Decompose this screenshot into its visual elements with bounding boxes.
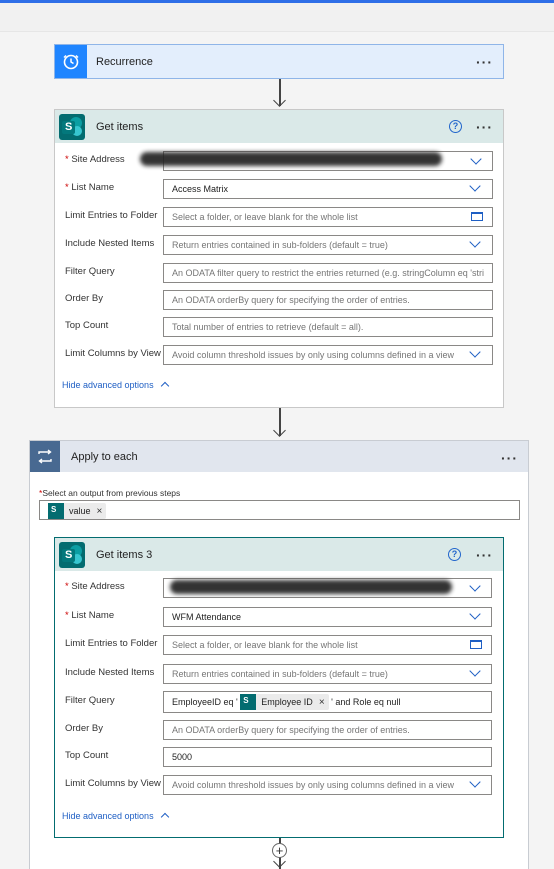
field-label: Limit Columns by View bbox=[65, 778, 161, 789]
field-limit-columns: Limit Columns by View Avoid column thres… bbox=[55, 345, 503, 365]
field-label: Site Address bbox=[71, 154, 125, 165]
field-label: Limit Entries to Folder bbox=[65, 210, 158, 221]
field-label: Order By bbox=[65, 293, 104, 304]
field-label: Top Count bbox=[65, 320, 109, 331]
help-icon[interactable]: ? bbox=[449, 120, 462, 133]
filter-query-input[interactable]: An ODATA filter query to restrict the en… bbox=[163, 263, 493, 283]
limit-folder-input[interactable]: Select a folder, or leave blank for the … bbox=[163, 635, 492, 655]
field-top-count: Top Count Total number of entries to ret… bbox=[55, 317, 503, 337]
help-icon[interactable]: ? bbox=[448, 548, 461, 561]
include-nested-dropdown[interactable]: Return entries contained in sub-folders … bbox=[163, 664, 492, 684]
field-filter-query: Filter Query EmployeeID eq ' S Employee … bbox=[55, 691, 503, 713]
limit-columns-dropdown[interactable]: Avoid column threshold issues by only us… bbox=[163, 775, 492, 795]
order-by-input[interactable]: An ODATA orderBy query for specifying th… bbox=[163, 290, 493, 310]
field-filter-query: Filter Query An ODATA filter query to re… bbox=[55, 263, 503, 283]
filter-query-input[interactable]: EmployeeID eq ' S Employee ID × ' and Ro… bbox=[163, 691, 492, 713]
field-label: Limit Entries to Folder bbox=[65, 638, 158, 649]
get-items-header[interactable]: S Get items bbox=[55, 110, 503, 143]
field-label: Site Address bbox=[71, 581, 125, 592]
chevron-down-icon bbox=[469, 580, 481, 592]
list-name-dropdown[interactable]: WFM Attendance bbox=[163, 607, 492, 627]
filter-prefix-text: EmployeeID eq ' bbox=[172, 697, 238, 707]
connector-arrow bbox=[273, 79, 286, 109]
connector-arrow bbox=[273, 408, 286, 439]
get-items-more-button[interactable]: ··· bbox=[476, 120, 493, 134]
get-items-3-more-button[interactable]: ··· bbox=[476, 548, 493, 562]
loop-icon bbox=[30, 441, 60, 472]
employee-id-token[interactable]: S Employee ID × bbox=[240, 694, 329, 710]
chevron-down-icon bbox=[470, 153, 482, 165]
hide-advanced-options-link[interactable]: Hide advanced options bbox=[62, 811, 169, 822]
field-limit-folder: Limit Entries to Folder Select a folder,… bbox=[55, 207, 503, 227]
field-label: Limit Columns by View bbox=[65, 348, 161, 359]
folder-icon[interactable] bbox=[470, 640, 482, 649]
get-items-title: Get items bbox=[96, 120, 144, 133]
field-include-nested: Include Nested Items Return entries cont… bbox=[55, 664, 503, 684]
order-by-input[interactable]: An ODATA orderBy query for specifying th… bbox=[163, 720, 492, 740]
select-output-input[interactable]: S value × bbox=[39, 500, 520, 520]
redacted-site-address bbox=[140, 152, 442, 166]
recurrence-card[interactable]: Recurrence ··· bbox=[54, 44, 504, 79]
limit-columns-dropdown[interactable]: Avoid column threshold issues by only us… bbox=[163, 345, 493, 365]
apply-to-each-more-button[interactable]: ··· bbox=[501, 451, 518, 465]
field-label: Top Count bbox=[65, 750, 109, 761]
folder-icon[interactable] bbox=[471, 212, 483, 221]
get-items-3-header[interactable]: S Get items 3 bbox=[55, 538, 503, 571]
list-name-dropdown[interactable]: Access Matrix bbox=[163, 179, 493, 199]
chevron-up-icon bbox=[160, 812, 169, 822]
field-label: Include Nested Items bbox=[65, 667, 155, 678]
remove-token-button[interactable]: × bbox=[319, 697, 325, 708]
field-list-name: * List Name WFM Attendance bbox=[55, 607, 503, 627]
sharepoint-icon: S bbox=[48, 503, 64, 519]
top-count-input[interactable]: Total number of entries to retrieve (def… bbox=[163, 317, 493, 337]
select-output-label: Select an output from previous steps bbox=[42, 488, 181, 498]
field-label: Filter Query bbox=[65, 695, 115, 706]
recurrence-title: Recurrence bbox=[96, 55, 153, 68]
field-list-name: * List Name Access Matrix bbox=[55, 179, 503, 199]
get-items-3-title: Get items 3 bbox=[96, 548, 153, 561]
apply-to-each-title: Apply to each bbox=[71, 450, 138, 463]
recurrence-header[interactable]: Recurrence bbox=[55, 45, 503, 78]
field-limit-columns: Limit Columns by View Avoid column thres… bbox=[55, 775, 503, 795]
limit-folder-input[interactable]: Select a folder, or leave blank for the … bbox=[163, 207, 493, 227]
field-label: List Name bbox=[71, 182, 115, 193]
field-label: Include Nested Items bbox=[65, 238, 155, 249]
value-token[interactable]: S value × bbox=[48, 503, 107, 519]
sharepoint-icon: S bbox=[59, 114, 85, 140]
alarm-clock-icon bbox=[55, 45, 87, 78]
apply-to-each-header[interactable]: Apply to each bbox=[30, 441, 528, 472]
field-order-by: Order By An ODATA orderBy query for spec… bbox=[55, 290, 503, 310]
filter-suffix-text: ' and Role eq null bbox=[331, 697, 401, 707]
top-count-input[interactable]: 5000 bbox=[163, 747, 492, 767]
field-label: Filter Query bbox=[65, 266, 115, 277]
field-include-nested: Include Nested Items Return entries cont… bbox=[55, 235, 503, 255]
hide-advanced-options-link[interactable]: Hide advanced options bbox=[62, 380, 169, 391]
top-toolbar-band bbox=[0, 3, 554, 32]
remove-token-button[interactable]: × bbox=[97, 506, 103, 517]
field-label: List Name bbox=[71, 610, 115, 621]
field-label: Order By bbox=[65, 723, 104, 734]
include-nested-dropdown[interactable]: Return entries contained in sub-folders … bbox=[163, 235, 493, 255]
field-limit-folder: Limit Entries to Folder Select a folder,… bbox=[55, 635, 503, 655]
chevron-up-icon bbox=[160, 381, 169, 391]
sharepoint-icon: S bbox=[240, 694, 257, 710]
field-top-count: Top Count 5000 bbox=[55, 747, 503, 767]
sharepoint-icon: S bbox=[59, 542, 85, 568]
recurrence-more-button[interactable]: ··· bbox=[476, 55, 493, 69]
redacted-site-address bbox=[170, 580, 452, 594]
field-order-by: Order By An ODATA orderBy query for spec… bbox=[55, 720, 503, 740]
